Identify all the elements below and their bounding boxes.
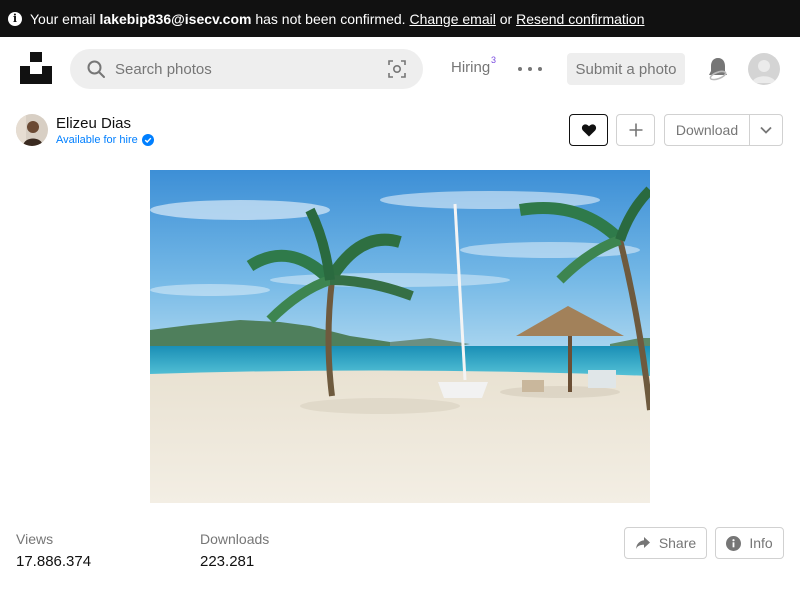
downloads-value: 223.281 [200, 553, 255, 570]
search-bar [70, 49, 423, 89]
available-for-hire[interactable]: Available for hire [56, 134, 154, 146]
info-button[interactable]: Info [715, 527, 784, 559]
add-to-collection-button[interactable] [616, 114, 655, 146]
visual-search-icon[interactable] [387, 59, 407, 79]
banner-email: lakebip836@isecv.com [99, 10, 252, 27]
bell-icon[interactable] [706, 56, 730, 82]
banner-middle: has not been confirmed. [251, 10, 410, 27]
share-label: Share [658, 535, 697, 551]
hire-label: Available for hire [56, 134, 138, 146]
search-input[interactable] [115, 49, 415, 89]
resend-confirmation-link[interactable]: Resend confirmation [516, 11, 644, 27]
unsplash-logo[interactable] [20, 52, 52, 84]
change-email-link[interactable]: Change email [409, 11, 495, 27]
author-avatar[interactable] [16, 114, 48, 146]
plus-icon [629, 123, 642, 137]
banner-prefix: Your email [30, 10, 100, 27]
info-icon: i [8, 11, 22, 26]
user-avatar[interactable] [748, 53, 780, 85]
main-photo[interactable] [150, 170, 650, 503]
email-confirmation-banner: i Your email lakebip836@isecv.com has no… [0, 0, 800, 37]
more-icon[interactable] [518, 59, 542, 79]
info-label: Info [749, 535, 773, 551]
heart-icon [581, 124, 596, 137]
hiring-badge: 3 [491, 55, 497, 65]
submit-photo-button[interactable]: Submit a photo [567, 53, 685, 85]
search-icon[interactable] [86, 59, 106, 79]
like-button[interactable] [569, 114, 608, 146]
info-circle-icon [726, 535, 742, 551]
views-label: Views [16, 531, 54, 547]
share-button[interactable]: Share [624, 527, 707, 559]
verified-icon [141, 134, 154, 146]
chevron-down-icon [760, 126, 772, 134]
author-name[interactable]: Elizeu Dias [56, 115, 131, 132]
download-button[interactable]: Download [664, 114, 750, 146]
share-icon [635, 537, 650, 549]
views-value: 17.886.374 [16, 553, 92, 570]
download-options-button[interactable] [749, 114, 783, 146]
banner-or: or [495, 10, 517, 27]
hiring-link[interactable]: Hiring [451, 59, 490, 76]
downloads-label: Downloads [200, 531, 270, 547]
site-header: Hiring 3 Submit a photo [0, 37, 800, 101]
